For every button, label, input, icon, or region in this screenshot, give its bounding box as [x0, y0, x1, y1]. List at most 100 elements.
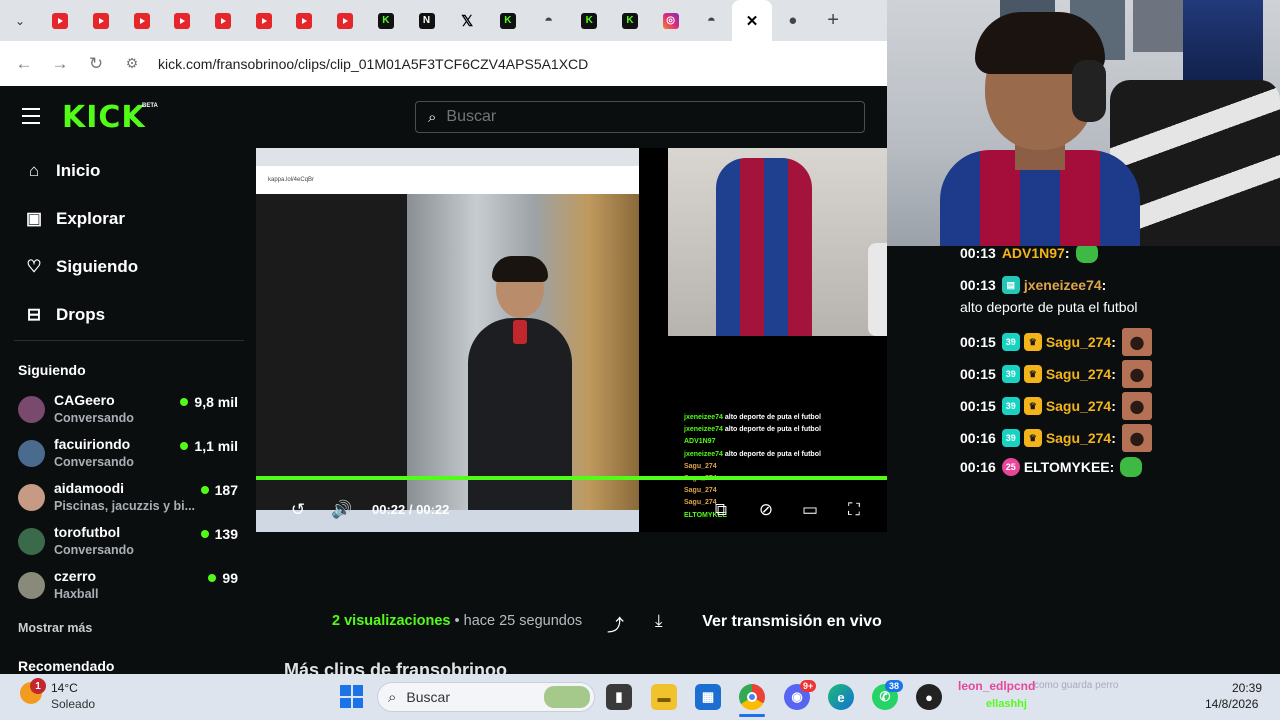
chat-username[interactable]: Sagu_274: [1046, 427, 1111, 449]
browser-tab[interactable]: ◓: [691, 0, 732, 41]
site-info-icon[interactable]: ⚙: [114, 55, 150, 72]
browser-tab[interactable]: ◓: [528, 0, 569, 41]
tab-search-dropdown[interactable]: ⌄: [0, 0, 40, 41]
menu-label: Drops: [56, 305, 106, 324]
clock-date[interactable]: 14/8/2026: [1205, 697, 1258, 711]
mini-chat-user: ADV1N97: [684, 438, 716, 446]
new-tab-button[interactable]: +: [813, 9, 853, 32]
download-icon[interactable]: ⤓: [655, 611, 663, 631]
avatar: [18, 484, 45, 511]
browser-tab[interactable]: [81, 0, 122, 41]
whatsapp-badge: 38: [885, 680, 904, 692]
youtube-icon: [174, 12, 191, 29]
video-webcam-shirt: [716, 158, 812, 336]
menu-siguiendo[interactable]: ♡ Siguiendo: [24, 255, 138, 279]
search-highlight-icon: [544, 686, 590, 708]
chat-username[interactable]: ELTOMYKEE: [1024, 456, 1110, 478]
browser-tab[interactable]: [325, 0, 366, 41]
watch-live-button[interactable]: Ver transmisión en vivo↗: [693, 603, 913, 641]
browser-tab[interactable]: [203, 0, 244, 41]
browser-tab[interactable]: N: [406, 0, 447, 41]
chat-overlay-icon[interactable]: ⊘: [755, 500, 777, 520]
theater-mode-icon[interactable]: ▭: [799, 500, 821, 520]
video-inner-dark: [256, 194, 407, 532]
chat-colon: :: [1109, 459, 1115, 475]
weather-desc[interactable]: Soleado: [51, 697, 95, 711]
menu-drops[interactable]: ⊟ Drops: [24, 303, 105, 327]
mini-chat-user: Sagu_274: [684, 487, 717, 495]
store-icon[interactable]: ▦: [695, 684, 721, 710]
back-icon[interactable]: ←: [6, 54, 42, 74]
share-icon[interactable]: ⤴: [607, 611, 624, 636]
menu-icon[interactable]: [22, 108, 40, 124]
channel-name: aidamoodi: [54, 480, 125, 496]
search-box[interactable]: ⌕: [415, 101, 865, 133]
chat-username[interactable]: Sagu_274: [1046, 395, 1111, 417]
mini-chat-line: Sagu_274: [684, 485, 884, 497]
forward-icon[interactable]: →: [42, 54, 78, 74]
edge-icon[interactable]: e: [828, 684, 854, 710]
replay-icon[interactable]: ↺: [287, 500, 309, 520]
windows-start-icon[interactable]: [340, 685, 363, 708]
temperature[interactable]: 14°C: [51, 681, 78, 695]
subscriber-badge-icon: 25: [1001, 458, 1020, 476]
chat-username[interactable]: jxeneizee74: [1024, 274, 1102, 296]
chat-time: 00:15: [960, 334, 996, 350]
kick-logo[interactable]: KICK: [62, 100, 146, 135]
pip-icon[interactable]: ⧉: [710, 500, 732, 520]
video-player[interactable]: kappa.lol/4eCqBr jxeneizee74 alto deport…: [256, 148, 940, 532]
time-total: 00:22: [416, 502, 450, 517]
browser-tab[interactable]: K: [610, 0, 651, 41]
channel-name: CAGeero: [54, 392, 115, 408]
browser-tab[interactable]: K: [569, 0, 610, 41]
menu-inicio[interactable]: ⌂ Inicio: [24, 159, 101, 183]
youtube-icon: [255, 12, 272, 29]
browser-tab[interactable]: 𝕏: [447, 0, 488, 41]
reload-icon[interactable]: ↻: [78, 54, 114, 74]
taskbar-search[interactable]: ⌕ Buscar: [377, 682, 595, 712]
active-app-indicator: [739, 714, 765, 717]
browser-tab[interactable]: [121, 0, 162, 41]
following-item[interactable]: CAGeero Conversando 9,8 mil: [18, 392, 242, 432]
following-item[interactable]: torofutbol Conversando 139: [18, 524, 242, 564]
show-more-link[interactable]: Mostrar más: [18, 621, 92, 635]
mini-chat-text: alto deporte de puta el futbol: [724, 450, 821, 458]
browser-tab[interactable]: [40, 0, 81, 41]
emote-icon: [1121, 360, 1152, 388]
search-input[interactable]: [446, 108, 827, 126]
x-icon: 𝕏: [461, 12, 474, 30]
url-field[interactable]: kick.com/fransobrinoo/clips/clip_01M01A5…: [158, 56, 588, 72]
following-item[interactable]: czerro Haxball 99: [18, 568, 242, 608]
browser-tab[interactable]: [243, 0, 284, 41]
browser-tab[interactable]: K: [488, 0, 529, 41]
browser-tab[interactable]: ●: [772, 0, 813, 41]
chat-time: 00:15: [960, 366, 996, 382]
close-icon[interactable]: ✕: [744, 13, 760, 30]
viewer-count: 9,8 mil: [180, 394, 238, 410]
obs-icon[interactable]: ●: [916, 684, 942, 710]
weather-badge: 1: [30, 678, 46, 694]
github-icon: ◓: [706, 12, 716, 29]
chat-username[interactable]: Sagu_274: [1046, 363, 1111, 385]
task-view-icon[interactable]: ▮: [606, 684, 632, 710]
chrome-icon[interactable]: [739, 684, 765, 710]
browser-tab[interactable]: [284, 0, 325, 41]
chat-username[interactable]: Sagu_274: [1046, 331, 1111, 353]
following-item[interactable]: facuiriondo Conversando 1,1 mil: [18, 436, 242, 476]
channel-name: czerro: [54, 568, 97, 584]
fullscreen-icon[interactable]: ⛶: [843, 500, 865, 520]
browser-tab[interactable]: ◎: [650, 0, 691, 41]
video-person-hair: [492, 256, 548, 282]
chat-text: alto deporte de puta el futbol: [960, 299, 1138, 315]
browser-tab[interactable]: K: [366, 0, 407, 41]
browser-tab[interactable]: [162, 0, 203, 41]
following-item[interactable]: aidamoodi Piscinas, jacuzzis y bi... 187: [18, 480, 242, 520]
recommended-title: Recomendado: [18, 658, 115, 674]
file-explorer-icon[interactable]: ▬: [651, 684, 677, 710]
heart-icon: ♡: [26, 257, 42, 276]
browser-tab-bar: ⌄ K N 𝕏 K ◓ K K ◎ ◓ ✕ ● +: [0, 0, 887, 41]
clock-time[interactable]: 20:39: [1232, 681, 1262, 695]
browser-tab[interactable]: ✕: [731, 0, 773, 41]
menu-explorar[interactable]: ▣ Explorar: [24, 207, 125, 231]
volume-icon[interactable]: 🔊: [331, 500, 353, 520]
